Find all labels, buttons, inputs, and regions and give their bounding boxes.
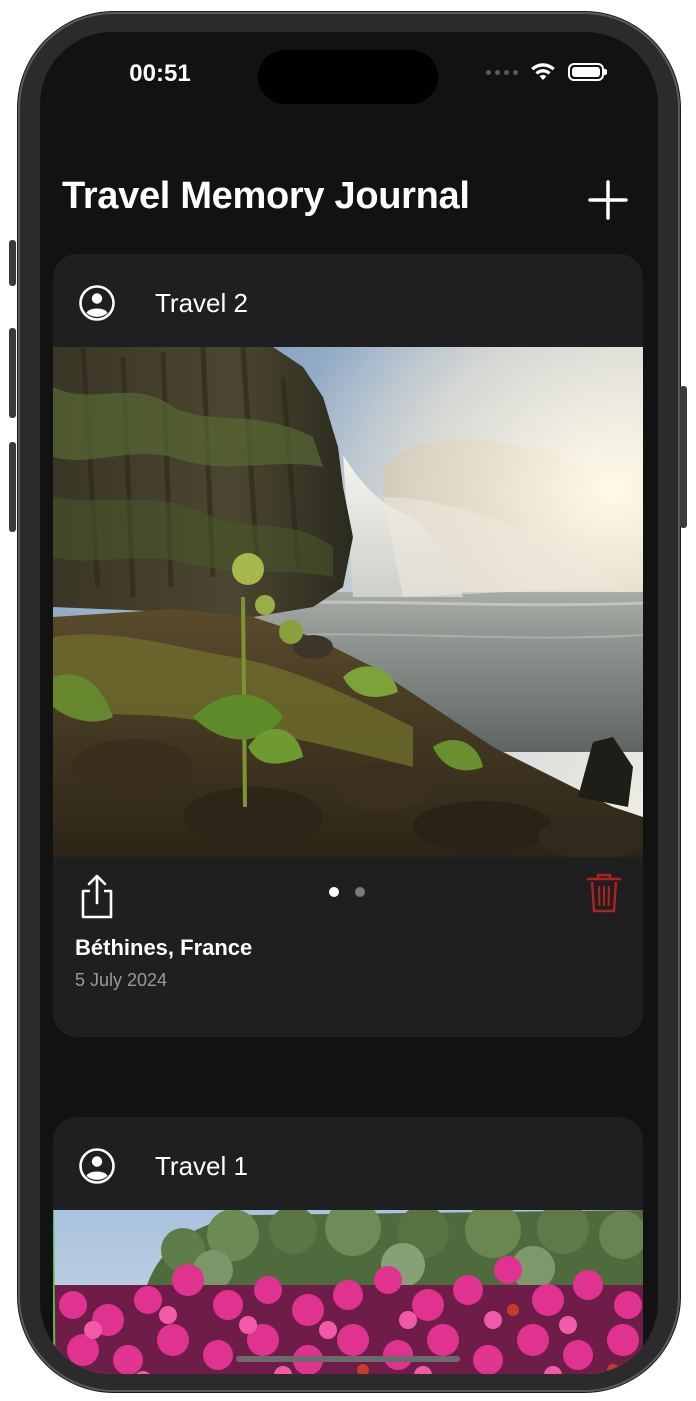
delete-button[interactable] (585, 871, 623, 915)
waterfall-photo (53, 347, 643, 857)
trash-icon (586, 873, 622, 913)
battery-icon (568, 63, 607, 81)
cellular-signal-icon (486, 69, 518, 75)
status-time: 00:51 (129, 60, 191, 87)
volume-up-button (9, 328, 16, 418)
share-icon (81, 874, 113, 919)
page-dot (355, 887, 365, 897)
action-button (9, 240, 16, 286)
card-title: Travel 2 (155, 288, 248, 318)
app-screen: 00:51 Travel Memory Journal Travel 2 Bét… (40, 32, 658, 1374)
memory-card[interactable]: Travel 1 (53, 1117, 643, 1374)
person-circle-icon (79, 285, 115, 321)
plus-icon (588, 180, 628, 220)
card-title: Travel 1 (155, 1151, 248, 1181)
home-indicator[interactable] (236, 1356, 460, 1362)
volume-down-button (9, 442, 16, 532)
memory-location: Béthines, France (75, 935, 253, 960)
memory-photo[interactable] (53, 347, 643, 857)
card-header: Travel 2 (53, 254, 643, 347)
memory-photo[interactable] (53, 1210, 643, 1374)
flowers-photo (53, 1210, 643, 1374)
person-circle-icon (79, 1148, 115, 1184)
page-title: Travel Memory Journal (62, 175, 470, 217)
page-dot-active (329, 887, 339, 897)
wifi-icon (531, 63, 555, 80)
card-header: Travel 1 (53, 1117, 643, 1210)
power-button (680, 386, 687, 528)
add-memory-button[interactable] (586, 178, 630, 222)
status-indicators (486, 62, 607, 82)
dynamic-island (258, 50, 438, 104)
card-actions (53, 857, 643, 945)
memory-date: 5 July 2024 (75, 970, 168, 990)
photo-page-indicator[interactable] (329, 887, 365, 897)
memory-card[interactable]: Travel 2 Béthines, France 5 July 2024 (53, 254, 643, 1037)
share-button[interactable] (77, 873, 117, 921)
